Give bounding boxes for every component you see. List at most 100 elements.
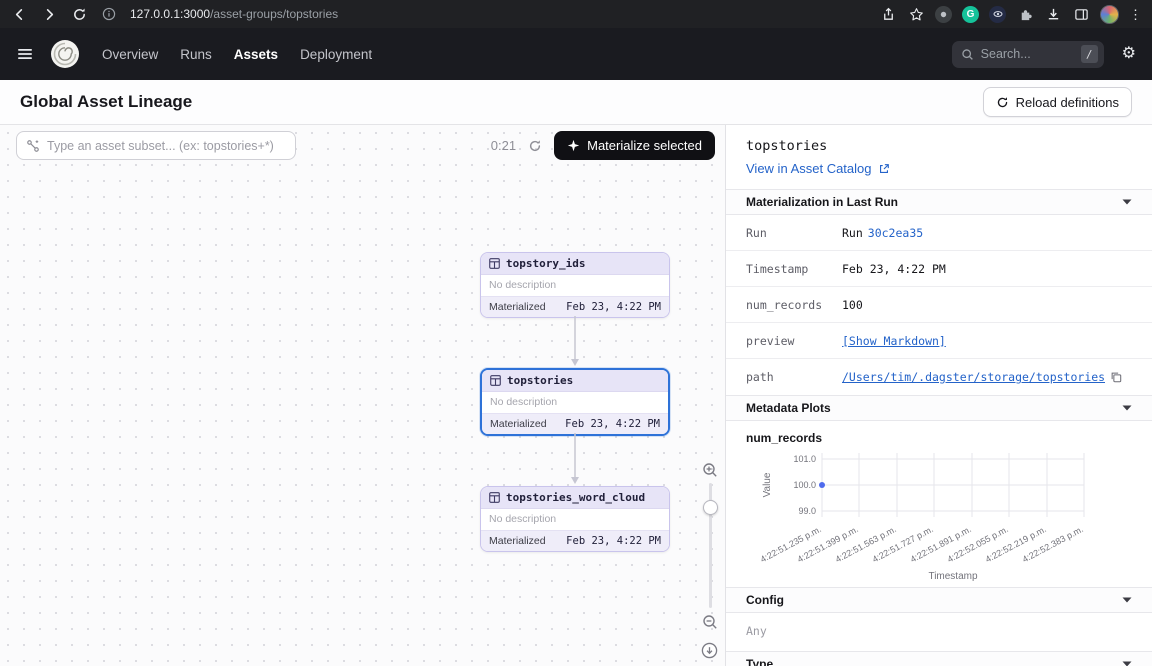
view-in-asset-catalog-link[interactable]: View in Asset Catalog bbox=[746, 161, 890, 176]
asset-name: topstories bbox=[507, 374, 573, 387]
asset-description: No description bbox=[482, 392, 668, 413]
downloads-icon[interactable] bbox=[1044, 5, 1062, 23]
page-title-bar: Global Asset Lineage Reload definitions bbox=[0, 80, 1152, 125]
url-host: 127.0.0.1:3000 bbox=[130, 7, 210, 21]
edge-arrow-1 bbox=[569, 316, 581, 367]
app-header: Overview Runs Assets Deployment Search..… bbox=[0, 28, 1152, 80]
recenter-view-icon[interactable] bbox=[701, 642, 718, 664]
num-records-chart: 101.0 100.0 99.0 Value 4:22:51.235 p.m. … bbox=[754, 447, 1152, 587]
chevron-down-icon bbox=[1122, 661, 1132, 666]
extension-icon-1[interactable] bbox=[935, 6, 952, 23]
section-config[interactable]: Config bbox=[726, 587, 1152, 613]
browser-forward-icon[interactable] bbox=[40, 5, 58, 23]
refresh-icon bbox=[996, 96, 1009, 109]
hamburger-menu-icon[interactable] bbox=[16, 45, 34, 63]
reload-definitions-button[interactable]: Reload definitions bbox=[983, 87, 1132, 117]
materialize-label: Materialize selected bbox=[587, 138, 702, 153]
chevron-down-icon bbox=[1122, 405, 1132, 411]
asset-name: topstories_word_cloud bbox=[506, 491, 645, 504]
share-icon[interactable] bbox=[879, 5, 897, 23]
graph-filter-icon bbox=[26, 139, 40, 153]
run-id-link[interactable]: 30c2ea35 bbox=[868, 226, 923, 240]
chevron-down-icon bbox=[1122, 199, 1132, 205]
asset-status: Materialized bbox=[490, 418, 547, 430]
nav-deployment[interactable]: Deployment bbox=[300, 47, 372, 62]
asset-status: Materialized bbox=[489, 535, 546, 547]
global-search[interactable]: Search... / bbox=[952, 41, 1104, 68]
asset-table-icon bbox=[489, 258, 500, 269]
storage-path-link[interactable]: /Users/tim/.dagster/storage/topstories bbox=[842, 370, 1105, 384]
sparkle-icon bbox=[567, 139, 580, 152]
edge-arrow-2 bbox=[569, 433, 581, 485]
nav-runs[interactable]: Runs bbox=[180, 47, 212, 62]
y-tick-label: 99.0 bbox=[798, 506, 816, 516]
materialize-selected-button[interactable]: Materialize selected bbox=[554, 131, 715, 160]
zoom-slider-handle[interactable] bbox=[703, 500, 718, 515]
asset-status: Materialized bbox=[489, 301, 546, 313]
browser-toolbar: 127.0.0.1:3000/asset-groups/topstories G… bbox=[0, 0, 1152, 28]
config-value: Any bbox=[726, 613, 1152, 651]
lineage-graph-panel: 0:21 Materialize selected topstory_ids N… bbox=[0, 125, 725, 666]
extension-icon-2[interactable] bbox=[989, 6, 1006, 23]
nav-assets[interactable]: Assets bbox=[234, 47, 278, 62]
section-materialization-last-run[interactable]: Materialization in Last Run bbox=[726, 189, 1152, 215]
y-axis-label: Value bbox=[762, 472, 773, 497]
browser-profile-avatar[interactable] bbox=[1100, 5, 1119, 24]
data-point bbox=[819, 482, 825, 488]
y-tick-label: 101.0 bbox=[793, 454, 816, 464]
nav-overview[interactable]: Overview bbox=[102, 47, 158, 62]
table-row-run: Run Run 30c2ea35 bbox=[726, 215, 1152, 251]
asset-name: topstory_ids bbox=[506, 257, 585, 270]
zoom-out-icon[interactable] bbox=[702, 614, 718, 635]
browser-back-icon[interactable] bbox=[10, 5, 28, 23]
asset-table-icon bbox=[490, 375, 501, 386]
section-metadata-plots[interactable]: Metadata Plots bbox=[726, 395, 1152, 421]
search-icon bbox=[961, 48, 974, 61]
browser-reload-icon[interactable] bbox=[70, 5, 88, 23]
asset-node-topstories-word-cloud[interactable]: topstories_word_cloud No description Mat… bbox=[480, 486, 670, 552]
external-link-icon bbox=[878, 163, 890, 175]
plot-title: num_records bbox=[726, 421, 1152, 447]
search-shortcut-badge: / bbox=[1081, 45, 1098, 63]
selected-asset-title: topstories bbox=[746, 138, 1132, 154]
address-bar[interactable]: 127.0.0.1:3000/asset-groups/topstories bbox=[130, 7, 867, 21]
asset-subset-input[interactable] bbox=[47, 139, 286, 153]
graph-refresh-icon[interactable] bbox=[528, 139, 542, 153]
asset-node-topstories[interactable]: topstories No description Materialized F… bbox=[480, 368, 670, 436]
bookmark-star-icon[interactable] bbox=[907, 5, 925, 23]
show-markdown-link[interactable]: [Show Markdown] bbox=[842, 334, 946, 348]
zoom-in-icon[interactable] bbox=[702, 462, 718, 483]
table-row-timestamp: Timestamp Feb 23, 4:22 PM bbox=[726, 251, 1152, 287]
asset-timestamp: Feb 23, 4:22 PM bbox=[566, 301, 661, 313]
extensions-puzzle-icon[interactable] bbox=[1016, 5, 1034, 23]
reload-definitions-label: Reload definitions bbox=[1016, 95, 1119, 110]
search-placeholder: Search... bbox=[981, 47, 1074, 61]
site-info-icon[interactable] bbox=[100, 5, 118, 23]
section-type[interactable]: Type bbox=[726, 651, 1152, 666]
asset-details-panel: topstories View in Asset Catalog Materia… bbox=[725, 125, 1152, 666]
asset-description: No description bbox=[481, 509, 669, 530]
asset-subset-filter[interactable] bbox=[16, 131, 296, 160]
chevron-down-icon bbox=[1122, 597, 1132, 603]
table-row-preview: preview [Show Markdown] bbox=[726, 323, 1152, 359]
side-panel-icon[interactable] bbox=[1072, 5, 1090, 23]
asset-node-topstory-ids[interactable]: topstory_ids No description Materialized… bbox=[480, 252, 670, 318]
asset-description: No description bbox=[481, 275, 669, 296]
refresh-countdown: 0:21 bbox=[491, 138, 516, 153]
y-tick-label: 100.0 bbox=[793, 480, 816, 490]
asset-timestamp: Feb 23, 4:22 PM bbox=[566, 535, 661, 547]
table-row-num-records: num_records 100 bbox=[726, 287, 1152, 323]
page-title: Global Asset Lineage bbox=[20, 92, 192, 112]
x-tick-label: 4:22:51.235 p.m. bbox=[759, 524, 823, 565]
settings-gear-icon[interactable]: ⚙ bbox=[1122, 46, 1136, 62]
grammarly-icon[interactable]: G bbox=[962, 6, 979, 23]
copy-icon[interactable] bbox=[1110, 371, 1122, 383]
primary-nav: Overview Runs Assets Deployment bbox=[102, 47, 372, 62]
asset-timestamp: Feb 23, 4:22 PM bbox=[565, 418, 660, 430]
dagster-logo[interactable] bbox=[50, 39, 80, 69]
url-path: /asset-groups/topstories bbox=[210, 7, 338, 21]
browser-menu-icon[interactable]: ⋮ bbox=[1129, 8, 1142, 21]
table-row-path: path /Users/tim/.dagster/storage/topstor… bbox=[726, 359, 1152, 395]
x-axis-label: Timestamp bbox=[928, 571, 978, 582]
asset-table-icon bbox=[489, 492, 500, 503]
